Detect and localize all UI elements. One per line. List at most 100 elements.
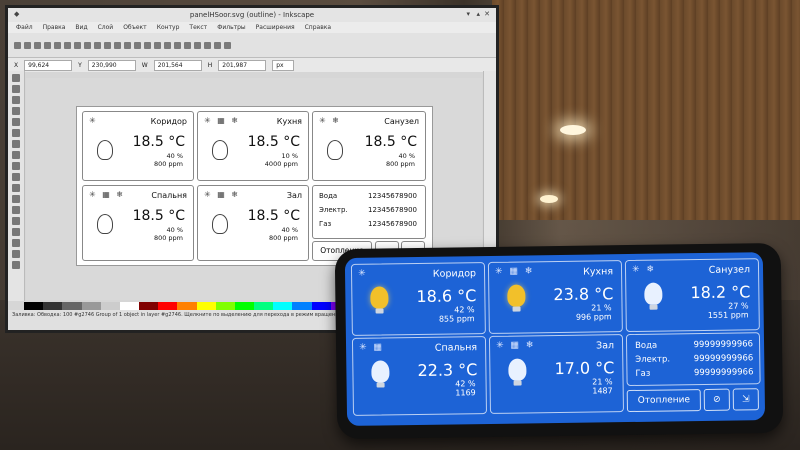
copy-icon[interactable]: [94, 41, 101, 49]
text-tool-icon[interactable]: [12, 206, 20, 214]
meter-label-electricity: Электр.: [635, 354, 671, 365]
close-icon[interactable]: ✕: [484, 10, 490, 18]
room-title: Спальня: [434, 342, 478, 354]
save-icon[interactable]: [34, 41, 41, 49]
tweak-tool-icon[interactable]: [12, 96, 20, 104]
room-title: Зал: [596, 340, 615, 352]
redo-icon[interactable]: [84, 41, 91, 49]
zoom-icon[interactable]: [114, 41, 121, 49]
gradient-tool-icon[interactable]: [12, 250, 20, 258]
menu-layer[interactable]: Слой: [98, 24, 114, 31]
room-title: Коридор: [150, 117, 187, 126]
room-card-kitchen[interactable]: ✳︎ ▦ ❄ Кухня 18.5 °C 10 % 4000 ppm: [197, 111, 309, 181]
room-temp: 18.5 °C: [247, 208, 300, 224]
w-field[interactable]: 201,564: [153, 59, 202, 71]
zoom-value[interactable]: 100: [63, 312, 73, 318]
spiral-tool-icon[interactable]: [12, 162, 20, 170]
xml-editor-icon[interactable]: [204, 41, 211, 49]
h-field[interactable]: 201,987: [218, 59, 267, 71]
box-tool-icon[interactable]: [12, 129, 20, 137]
menu-edit[interactable]: Правка: [43, 24, 66, 31]
bulb-icon: [212, 140, 228, 160]
dropper-tool-icon[interactable]: [12, 261, 20, 269]
phone-room-card-kitchen[interactable]: ✳︎ ▦ ❄ Кухня 23.8 °C 21 % 996 ppm: [487, 260, 623, 334]
room-icons: ✳︎ ▦ ❄: [204, 116, 241, 125]
spray-tool-icon[interactable]: [12, 217, 20, 225]
fill-stroke-icon[interactable]: [174, 41, 181, 49]
print-icon[interactable]: [44, 41, 51, 49]
menu-help[interactable]: Справка: [305, 24, 331, 31]
phone-room-card-bedroom[interactable]: ✳︎ ▦ Спальня 22.3 °C 42 % 1169: [351, 336, 488, 416]
calligraphy-tool-icon[interactable]: [12, 195, 20, 203]
ellipse-tool-icon[interactable]: [12, 140, 20, 148]
phone-room-card-hall[interactable]: ✳︎ ▦ ❄ Зал 17.0 °C 21 % 1487: [488, 334, 624, 414]
room-humidity: 27 %: [728, 301, 749, 311]
y-label: Y: [78, 61, 82, 69]
zoom-tool-icon[interactable]: [12, 107, 20, 115]
menu-filters[interactable]: Фильтры: [217, 24, 245, 31]
bulb-icon: [97, 140, 113, 160]
layers-icon[interactable]: [194, 41, 201, 49]
meter-label-gas: Газ: [635, 368, 651, 379]
node-tool-icon[interactable]: [12, 85, 20, 93]
main-toolbar: [8, 33, 496, 58]
room-title: Кухня: [583, 266, 614, 278]
select-tool-icon[interactable]: [12, 74, 20, 82]
text-font-icon[interactable]: [184, 41, 191, 49]
paste-icon[interactable]: [104, 41, 111, 49]
exit-icon[interactable]: ⇲: [732, 388, 759, 411]
ungroup-icon[interactable]: [164, 41, 171, 49]
menu-extensions[interactable]: Расширения: [256, 24, 295, 31]
duplicate-icon[interactable]: [134, 41, 141, 49]
room-icons: ✳︎ ❄: [631, 264, 657, 275]
phone-room-card-corridor[interactable]: ✳︎ Коридор 18.6 °C 42 % 855 ppm: [350, 262, 486, 336]
export-icon[interactable]: [64, 41, 71, 49]
align-icon[interactable]: [214, 41, 221, 49]
new-icon[interactable]: [14, 41, 21, 49]
meter-value-gas: 12345678900: [368, 220, 417, 228]
clone-icon[interactable]: [144, 41, 151, 49]
open-icon[interactable]: [24, 41, 31, 49]
menu-object[interactable]: Объект: [123, 24, 146, 31]
preferences-icon[interactable]: [224, 41, 231, 49]
rect-tool-icon[interactable]: [12, 118, 20, 126]
mute-icon[interactable]: ⊘: [703, 388, 730, 411]
room-card-bedroom[interactable]: ✳︎ ▦ ❄ Спальня 18.5 °C 40 % 800 ppm: [82, 185, 194, 261]
zoom-fit-icon[interactable]: [124, 41, 131, 49]
h-label: H: [207, 61, 213, 69]
menu-file[interactable]: Файл: [16, 24, 33, 31]
bulb-icon: [212, 214, 228, 234]
room-temp: 23.8 °C: [553, 284, 614, 305]
room-card-bathroom[interactable]: ✳︎ ❄ Санузел 18.5 °C 40 % 800 ppm: [312, 111, 426, 181]
x-field[interactable]: 99,624: [24, 59, 73, 71]
phone-room-card-bathroom[interactable]: ✳︎ ❄ Санузел 18.2 °C 27 % 1551 ppm: [624, 258, 760, 333]
layer-select[interactable]: #g2746: [74, 312, 94, 318]
phone-meters-card: Вода 99999999966 Электр. 99999999966 Газ…: [625, 332, 761, 387]
room-card-hall[interactable]: ✳︎ ▦ ❄ Зал 18.5 °C 40 % 800 ppm: [197, 185, 309, 261]
star-tool-icon[interactable]: [12, 151, 20, 159]
room-icons: ✳︎: [89, 116, 98, 125]
undo-icon[interactable]: [74, 41, 81, 49]
room-icons: ✳︎ ❄: [319, 116, 341, 125]
room-title: Санузел: [708, 264, 751, 276]
phone-heating-button[interactable]: Отопление: [626, 389, 701, 413]
import-icon[interactable]: [54, 41, 61, 49]
menu-path[interactable]: Контур: [157, 24, 180, 31]
minimize-icon[interactable]: ▾: [466, 10, 470, 18]
bulb-on-icon: [370, 286, 389, 309]
room-co2: 800 ppm: [268, 234, 298, 242]
room-card-corridor[interactable]: ✳︎ Коридор 18.5 °C 40 % 800 ppm: [82, 111, 194, 181]
group-icon[interactable]: [154, 41, 161, 49]
bucket-tool-icon[interactable]: [12, 239, 20, 247]
pencil-tool-icon[interactable]: [12, 173, 20, 181]
maximize-icon[interactable]: ▴: [476, 10, 480, 18]
menu-text[interactable]: Текст: [189, 24, 207, 31]
y-field[interactable]: 230,990: [87, 59, 136, 71]
pen-tool-icon[interactable]: [12, 184, 20, 192]
room-temp: 18.5 °C: [132, 134, 185, 150]
eraser-tool-icon[interactable]: [12, 228, 20, 236]
unit-select[interactable]: px: [272, 59, 295, 71]
room-temp: 22.3 °C: [417, 360, 478, 380]
room-icons: ✳︎: [357, 268, 368, 279]
menu-view[interactable]: Вид: [75, 24, 87, 31]
